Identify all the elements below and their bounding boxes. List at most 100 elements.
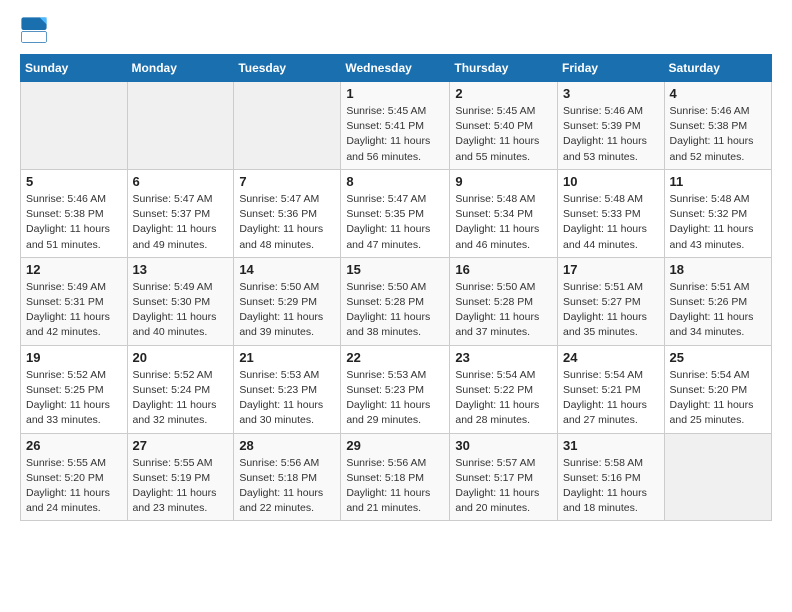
day-cell: [21, 82, 128, 170]
day-info: Sunrise: 5:48 AM Sunset: 5:33 PM Dayligh…: [563, 192, 659, 253]
day-cell: 7 Sunrise: 5:47 AM Sunset: 5:36 PM Daylig…: [234, 169, 341, 257]
day-number: 16: [455, 262, 552, 277]
day-number: 1: [346, 86, 444, 101]
day-number: 9: [455, 174, 552, 189]
day-cell: 19Sunrise: 5:52 AM Sunset: 5:25 PM Dayli…: [21, 345, 128, 433]
day-info: Sunrise: 5:45 AM Sunset: 5:41 PM Dayligh…: [346, 104, 444, 165]
day-cell: [664, 433, 771, 521]
day-cell: 4 Sunrise: 5:46 AM Sunset: 5:38 PM Daylig…: [664, 82, 771, 170]
day-info: Sunrise: 5:51 AM Sunset: 5:26 PM Dayligh…: [670, 280, 766, 341]
day-info: Sunrise: 5:57 AM Sunset: 5:17 PM Dayligh…: [455, 456, 552, 517]
day-number: 31: [563, 438, 659, 453]
day-info: Sunrise: 5:56 AM Sunset: 5:18 PM Dayligh…: [239, 456, 335, 517]
day-number: 20: [133, 350, 229, 365]
week-row-1: 1 Sunrise: 5:45 AM Sunset: 5:41 PM Daylig…: [21, 82, 772, 170]
day-cell: 31 Sunrise: 5:58 AM Sunset: 5:16 PM Dayli…: [558, 433, 665, 521]
day-cell: 29Sunrise: 5:56 AM Sunset: 5:18 PM Dayli…: [341, 433, 450, 521]
day-cell: [127, 82, 234, 170]
calendar: SundayMondayTuesdayWednesdayThursdayFrid…: [20, 54, 772, 521]
day-number: 18: [670, 262, 766, 277]
day-info: Sunrise: 5:54 AM Sunset: 5:21 PM Dayligh…: [563, 368, 659, 429]
day-number: 10: [563, 174, 659, 189]
weekday-header-tuesday: Tuesday: [234, 55, 341, 82]
day-cell: 5Sunrise: 5:46 AM Sunset: 5:38 PM Daylig…: [21, 169, 128, 257]
day-info: Sunrise: 5:47 AM Sunset: 5:36 PM Dayligh…: [239, 192, 335, 253]
day-cell: [234, 82, 341, 170]
calendar-body: 1 Sunrise: 5:45 AM Sunset: 5:41 PM Daylig…: [21, 82, 772, 521]
weekday-header-monday: Monday: [127, 55, 234, 82]
day-info: Sunrise: 5:49 AM Sunset: 5:31 PM Dayligh…: [26, 280, 122, 341]
day-info: Sunrise: 5:50 AM Sunset: 5:28 PM Dayligh…: [455, 280, 552, 341]
day-number: 3: [563, 86, 659, 101]
weekday-header-saturday: Saturday: [664, 55, 771, 82]
day-info: Sunrise: 5:54 AM Sunset: 5:20 PM Dayligh…: [670, 368, 766, 429]
day-number: 23: [455, 350, 552, 365]
day-cell: 1 Sunrise: 5:45 AM Sunset: 5:41 PM Daylig…: [341, 82, 450, 170]
day-cell: 20Sunrise: 5:52 AM Sunset: 5:24 PM Dayli…: [127, 345, 234, 433]
day-number: 8: [346, 174, 444, 189]
day-info: Sunrise: 5:52 AM Sunset: 5:25 PM Dayligh…: [26, 368, 122, 429]
day-number: 24: [563, 350, 659, 365]
week-row-3: 12 Sunrise: 5:49 AM Sunset: 5:31 PM Dayli…: [21, 257, 772, 345]
day-cell: 6 Sunrise: 5:47 AM Sunset: 5:37 PM Daylig…: [127, 169, 234, 257]
weekday-header-wednesday: Wednesday: [341, 55, 450, 82]
day-info: Sunrise: 5:47 AM Sunset: 5:37 PM Dayligh…: [133, 192, 229, 253]
weekday-header-thursday: Thursday: [450, 55, 558, 82]
day-info: Sunrise: 5:46 AM Sunset: 5:39 PM Dayligh…: [563, 104, 659, 165]
day-cell: 23 Sunrise: 5:54 AM Sunset: 5:22 PM Dayli…: [450, 345, 558, 433]
day-info: Sunrise: 5:49 AM Sunset: 5:30 PM Dayligh…: [133, 280, 229, 341]
day-number: 2: [455, 86, 552, 101]
week-row-5: 26Sunrise: 5:55 AM Sunset: 5:20 PM Dayli…: [21, 433, 772, 521]
day-info: Sunrise: 5:48 AM Sunset: 5:34 PM Dayligh…: [455, 192, 552, 253]
week-row-2: 5Sunrise: 5:46 AM Sunset: 5:38 PM Daylig…: [21, 169, 772, 257]
day-number: 4: [670, 86, 766, 101]
day-number: 21: [239, 350, 335, 365]
day-number: 11: [670, 174, 766, 189]
day-number: 6: [133, 174, 229, 189]
day-cell: 9 Sunrise: 5:48 AM Sunset: 5:34 PM Daylig…: [450, 169, 558, 257]
day-cell: 16 Sunrise: 5:50 AM Sunset: 5:28 PM Dayli…: [450, 257, 558, 345]
day-info: Sunrise: 5:53 AM Sunset: 5:23 PM Dayligh…: [239, 368, 335, 429]
day-info: Sunrise: 5:56 AM Sunset: 5:18 PM Dayligh…: [346, 456, 444, 517]
logo: [20, 16, 52, 44]
weekday-header-friday: Friday: [558, 55, 665, 82]
day-info: Sunrise: 5:51 AM Sunset: 5:27 PM Dayligh…: [563, 280, 659, 341]
day-number: 30: [455, 438, 552, 453]
day-cell: 13 Sunrise: 5:49 AM Sunset: 5:30 PM Dayli…: [127, 257, 234, 345]
day-cell: 27 Sunrise: 5:55 AM Sunset: 5:19 PM Dayli…: [127, 433, 234, 521]
day-cell: 25 Sunrise: 5:54 AM Sunset: 5:20 PM Dayli…: [664, 345, 771, 433]
day-cell: 3 Sunrise: 5:46 AM Sunset: 5:39 PM Daylig…: [558, 82, 665, 170]
day-cell: 2 Sunrise: 5:45 AM Sunset: 5:40 PM Daylig…: [450, 82, 558, 170]
header: [20, 16, 772, 44]
day-info: Sunrise: 5:55 AM Sunset: 5:19 PM Dayligh…: [133, 456, 229, 517]
calendar-header: SundayMondayTuesdayWednesdayThursdayFrid…: [21, 55, 772, 82]
day-cell: 15Sunrise: 5:50 AM Sunset: 5:28 PM Dayli…: [341, 257, 450, 345]
day-info: Sunrise: 5:58 AM Sunset: 5:16 PM Dayligh…: [563, 456, 659, 517]
day-number: 22: [346, 350, 444, 365]
week-row-4: 19Sunrise: 5:52 AM Sunset: 5:25 PM Dayli…: [21, 345, 772, 433]
page: SundayMondayTuesdayWednesdayThursdayFrid…: [0, 0, 792, 537]
day-cell: 30 Sunrise: 5:57 AM Sunset: 5:17 PM Dayli…: [450, 433, 558, 521]
day-cell: 28 Sunrise: 5:56 AM Sunset: 5:18 PM Dayli…: [234, 433, 341, 521]
day-cell: 24 Sunrise: 5:54 AM Sunset: 5:21 PM Dayli…: [558, 345, 665, 433]
day-number: 25: [670, 350, 766, 365]
weekday-row: SundayMondayTuesdayWednesdayThursdayFrid…: [21, 55, 772, 82]
day-cell: 10 Sunrise: 5:48 AM Sunset: 5:33 PM Dayli…: [558, 169, 665, 257]
day-info: Sunrise: 5:45 AM Sunset: 5:40 PM Dayligh…: [455, 104, 552, 165]
day-number: 7: [239, 174, 335, 189]
day-number: 13: [133, 262, 229, 277]
day-info: Sunrise: 5:53 AM Sunset: 5:23 PM Dayligh…: [346, 368, 444, 429]
day-cell: 21 Sunrise: 5:53 AM Sunset: 5:23 PM Dayli…: [234, 345, 341, 433]
day-info: Sunrise: 5:50 AM Sunset: 5:29 PM Dayligh…: [239, 280, 335, 341]
day-number: 28: [239, 438, 335, 453]
day-cell: 22 Sunrise: 5:53 AM Sunset: 5:23 PM Dayli…: [341, 345, 450, 433]
day-info: Sunrise: 5:48 AM Sunset: 5:32 PM Dayligh…: [670, 192, 766, 253]
weekday-header-sunday: Sunday: [21, 55, 128, 82]
day-cell: 17Sunrise: 5:51 AM Sunset: 5:27 PM Dayli…: [558, 257, 665, 345]
day-info: Sunrise: 5:54 AM Sunset: 5:22 PM Dayligh…: [455, 368, 552, 429]
day-number: 27: [133, 438, 229, 453]
day-cell: 12 Sunrise: 5:49 AM Sunset: 5:31 PM Dayli…: [21, 257, 128, 345]
day-number: 12: [26, 262, 122, 277]
day-info: Sunrise: 5:46 AM Sunset: 5:38 PM Dayligh…: [670, 104, 766, 165]
day-number: 5: [26, 174, 122, 189]
